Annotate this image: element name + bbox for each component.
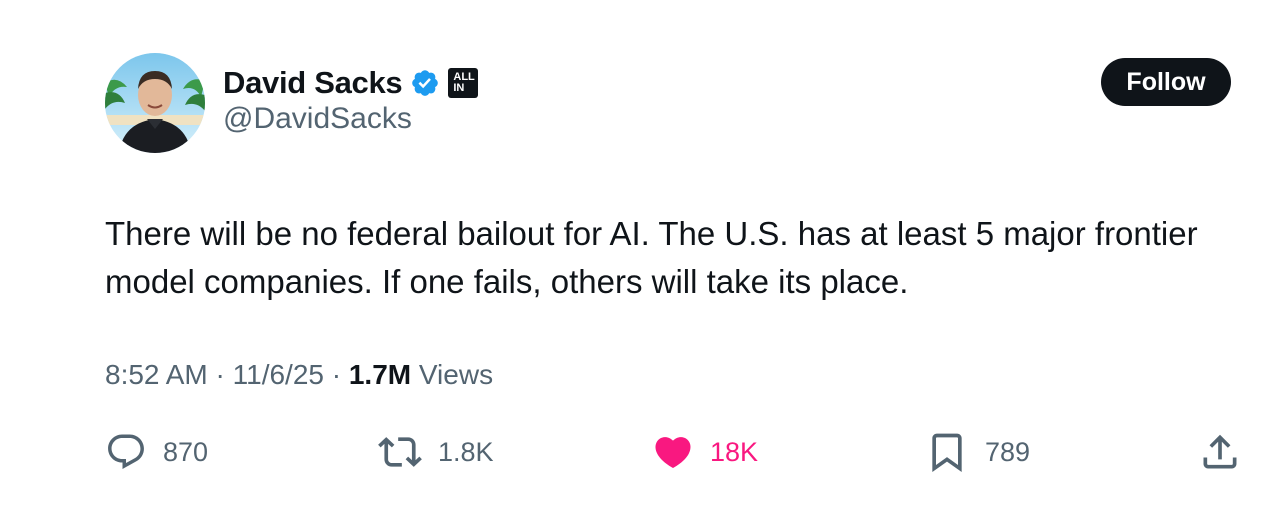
- reply-icon: [108, 434, 144, 469]
- action-bar: 870 1.8K 18K 789: [0, 428, 1274, 478]
- affiliate-badge-icon[interactable]: ALL IN: [448, 68, 479, 98]
- display-name[interactable]: David Sacks: [223, 65, 403, 101]
- repost-count: 1.8K: [438, 436, 494, 467]
- tweet-date[interactable]: 11/6/25: [233, 359, 324, 390]
- tweet-time[interactable]: 8:52 AM: [105, 359, 208, 390]
- tweet-metadata: 8:52 AM · 11/6/25 · 1.7M Views: [105, 359, 493, 391]
- author-handle[interactable]: @DavidSacks: [223, 102, 412, 136]
- repost-button[interactable]: 1.8K: [378, 428, 494, 476]
- like-button[interactable]: 18K: [652, 428, 758, 476]
- reply-button[interactable]: 870: [105, 428, 208, 476]
- heart-icon: [655, 437, 691, 469]
- meta-separator: ·: [215, 359, 225, 390]
- affiliate-badge-text: ALL IN: [453, 71, 475, 94]
- avatar-image: [105, 53, 205, 153]
- like-count: 18K: [710, 436, 759, 467]
- avatar[interactable]: [105, 53, 205, 153]
- bookmark-icon: [932, 433, 962, 473]
- tweet-card: David Sacks ALL IN @DavidSacks Follow Th…: [0, 0, 1274, 529]
- meta-separator: ·: [331, 359, 342, 390]
- bookmark-button[interactable]: 789: [925, 428, 1030, 476]
- share-button[interactable]: [1198, 428, 1242, 476]
- views-count: 1.7M: [348, 359, 412, 390]
- views-label: Views: [418, 359, 494, 390]
- verified-badge-icon[interactable]: [410, 68, 440, 98]
- share-icon: [1203, 434, 1237, 469]
- repost-icon: [378, 437, 422, 467]
- follow-button[interactable]: Follow: [1101, 58, 1231, 106]
- tweet-text: There will be no federal bailout for AI.…: [105, 215, 1198, 300]
- author-name-row: David Sacks ALL IN: [223, 64, 479, 102]
- bookmark-count: 789: [985, 436, 1031, 467]
- reply-count: 870: [163, 436, 209, 467]
